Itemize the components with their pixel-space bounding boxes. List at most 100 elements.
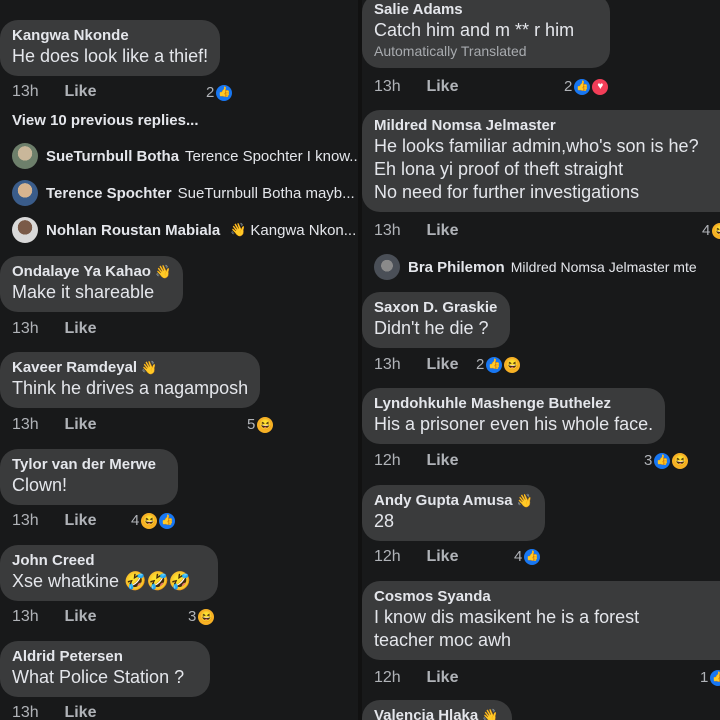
comment-meta: 12h Like bbox=[374, 669, 458, 687]
comment-time[interactable]: 13h bbox=[374, 356, 422, 374]
comment-author[interactable]: Aldrid Petersen bbox=[12, 647, 198, 666]
avatar[interactable] bbox=[12, 180, 38, 206]
comment-bubble: Cosmos Syanda I know dis masikent he is … bbox=[362, 581, 720, 660]
like-button[interactable]: Like bbox=[426, 669, 458, 686]
comment-text-line: teacher moc awh bbox=[374, 630, 512, 650]
reaction-count: 5 bbox=[247, 416, 256, 433]
thumbs-up-icon: 👍 bbox=[216, 84, 233, 101]
reaction-summary[interactable]: 2 👍 ♥ bbox=[564, 78, 609, 95]
reply-preview: Terence Spochter I know... bbox=[185, 147, 358, 165]
laugh-emoji-icon: 😆 bbox=[712, 222, 720, 239]
comment-author[interactable]: Kangwa Nkonde bbox=[12, 26, 208, 45]
reply-item[interactable]: Bra Philemon Mildred Nomsa Jelmaster mte bbox=[374, 254, 697, 280]
wave-hand-icon: 👋 bbox=[516, 493, 533, 508]
comment-author[interactable]: Kaveer Ramdeyal bbox=[12, 359, 137, 376]
comment-text-line: Eh lona yi proof of theft straight bbox=[374, 159, 624, 179]
comment-text: Xse whatkine bbox=[12, 571, 120, 591]
comment-bubble: Kangwa Nkonde He does look like a thief! bbox=[0, 20, 221, 76]
reaction-summary[interactable]: 2 👍 😆 bbox=[476, 356, 521, 373]
avatar[interactable] bbox=[12, 143, 38, 169]
comment-bubble: John Creed Xse whatkine 🤣🤣🤣 bbox=[0, 545, 218, 601]
comment-author[interactable]: Valencia Hlaka bbox=[374, 707, 478, 720]
comment-author[interactable]: Cosmos Syanda bbox=[374, 587, 720, 606]
reaction-count: 2 bbox=[476, 356, 485, 373]
avatar[interactable] bbox=[374, 254, 400, 280]
like-button[interactable]: Like bbox=[426, 452, 458, 469]
comment-bubble: Ondalaye Ya Kahao 👋 Make it shareable bbox=[0, 256, 184, 312]
like-button[interactable]: Like bbox=[426, 78, 458, 95]
comment-saxon: Saxon D. Graskie Didn't he die ? bbox=[362, 292, 720, 348]
reply-author[interactable]: SueTurnbull Botha bbox=[46, 148, 179, 165]
comment-author[interactable]: Andy Gupta Amusa bbox=[374, 492, 513, 509]
comment-author[interactable]: Lyndohkuhle Mashenge Buthelez bbox=[374, 394, 653, 413]
comment-author[interactable]: Ondalaye Ya Kahao bbox=[12, 263, 151, 280]
comment-kaveer: Kaveer Ramdeyal 👋 Think he drives a nagam… bbox=[0, 352, 358, 408]
reaction-summary[interactable]: 4 😆 👍 bbox=[131, 512, 176, 529]
comment-author[interactable]: John Creed bbox=[12, 551, 206, 570]
comment-text: 28 bbox=[374, 511, 395, 531]
like-button[interactable]: Like bbox=[64, 704, 96, 720]
reply-item[interactable]: Terence Spochter SueTurnbull Botha mayb.… bbox=[12, 180, 355, 206]
comment-time[interactable]: 13h bbox=[12, 416, 60, 434]
reaction-summary[interactable]: 1 👍 bbox=[700, 669, 720, 686]
like-button[interactable]: Like bbox=[426, 222, 458, 239]
comment-text: Catch him and m ** r him bbox=[374, 20, 575, 40]
thumbs-up-icon: 👍 bbox=[710, 669, 720, 686]
comment-text: He does look like a thief! bbox=[12, 46, 209, 66]
comment-author[interactable]: Saxon D. Graskie bbox=[374, 298, 498, 317]
like-button[interactable]: Like bbox=[64, 320, 96, 337]
reaction-summary[interactable]: 4 👍 bbox=[514, 548, 541, 565]
reaction-summary[interactable]: 4 😆 bbox=[702, 222, 720, 239]
laugh-emoji-icon: 😆 bbox=[257, 416, 274, 433]
comment-author[interactable]: Tylor van der Merwe bbox=[12, 455, 166, 474]
view-previous-replies-link[interactable]: View 10 previous replies... bbox=[12, 112, 198, 129]
comment-text-line: No need for further investigations bbox=[374, 182, 640, 202]
comment-tylor: Tylor van der Merwe Clown! bbox=[0, 449, 358, 505]
thumbs-up-icon: 👍 bbox=[524, 548, 541, 565]
comment-author[interactable]: Salie Adams bbox=[374, 0, 598, 19]
comment-time[interactable]: 13h bbox=[12, 83, 60, 101]
comment-time[interactable]: 13h bbox=[12, 512, 60, 530]
comment-meta: 12h Like bbox=[374, 548, 458, 566]
comment-bubble: Andy Gupta Amusa 👋 28 bbox=[362, 485, 545, 541]
thumbs-up-icon: 👍 bbox=[574, 78, 591, 95]
like-button[interactable]: Like bbox=[426, 548, 458, 565]
reply-author[interactable]: Nohlan Roustan Mabiala bbox=[46, 222, 220, 239]
reaction-summary[interactable]: 2 👍 bbox=[206, 84, 233, 101]
comment-author[interactable]: Mildred Nomsa Jelmaster bbox=[374, 116, 720, 135]
comment-time[interactable]: 13h bbox=[374, 222, 422, 240]
like-button[interactable]: Like bbox=[64, 512, 96, 529]
like-button[interactable]: Like bbox=[64, 416, 96, 433]
comment-time[interactable]: 12h bbox=[374, 669, 422, 687]
comment-time[interactable]: 12h bbox=[374, 548, 422, 566]
reaction-summary[interactable]: 3 👍 😆 bbox=[644, 452, 689, 469]
comment-time[interactable]: 13h bbox=[12, 704, 60, 720]
like-button[interactable]: Like bbox=[64, 608, 96, 625]
reply-author[interactable]: Bra Philemon bbox=[408, 259, 505, 276]
reply-author[interactable]: Terence Spochter bbox=[46, 185, 172, 202]
reaction-count: 4 bbox=[131, 512, 140, 529]
wave-hand-icon: 👋 bbox=[230, 222, 247, 237]
comment-time[interactable]: 13h bbox=[374, 78, 422, 96]
reply-item[interactable]: SueTurnbull Botha Terence Spochter I kno… bbox=[12, 143, 358, 169]
comment-lyndohkuhle: Lyndohkuhle Mashenge Buthelez His a pris… bbox=[362, 388, 720, 444]
reaction-count: 3 bbox=[644, 452, 653, 469]
avatar[interactable] bbox=[12, 217, 38, 243]
comment-salie: Salie Adams Catch him and m ** r him Aut… bbox=[362, 0, 720, 68]
like-button[interactable]: Like bbox=[426, 356, 458, 373]
thumbs-up-icon: 👍 bbox=[654, 452, 671, 469]
like-button[interactable]: Like bbox=[64, 83, 96, 100]
comment-time[interactable]: 13h bbox=[12, 608, 60, 626]
comment-text: Think he drives a nagamposh bbox=[12, 378, 249, 398]
comment-bubble: Lyndohkuhle Mashenge Buthelez His a pris… bbox=[362, 388, 666, 444]
comment-cosmos: Cosmos Syanda I know dis masikent he is … bbox=[362, 581, 720, 660]
translation-label[interactable]: Automatically Translated bbox=[374, 42, 598, 60]
comment-andy: Andy Gupta Amusa 👋 28 bbox=[362, 485, 720, 541]
reaction-summary[interactable]: 5 😆 bbox=[247, 416, 274, 433]
comment-text: Clown! bbox=[12, 475, 68, 495]
comment-meta: 13h Like bbox=[12, 83, 96, 101]
comment-time[interactable]: 12h bbox=[374, 452, 422, 470]
comment-time[interactable]: 13h bbox=[12, 320, 60, 338]
reply-item[interactable]: Nohlan Roustan Mabiala 👋 Kangwa Nkon... bbox=[12, 217, 356, 243]
reaction-summary[interactable]: 3 😆 bbox=[188, 608, 215, 625]
